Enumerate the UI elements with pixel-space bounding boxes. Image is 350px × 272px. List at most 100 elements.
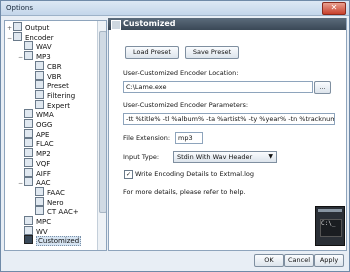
tree-item-encoder[interactable]: − Encoder	[7, 31, 54, 42]
panel-icon	[111, 20, 121, 30]
tree-item-label: Customized	[36, 236, 82, 247]
node-icon	[24, 157, 33, 167]
encoder-location-input[interactable]: C:\Lame.exe	[123, 81, 313, 93]
node-icon	[35, 186, 44, 196]
chevron-down-icon: ▼	[268, 153, 273, 160]
apply-button[interactable]: Apply	[314, 254, 344, 267]
tree-item-label: Nero	[47, 198, 64, 207]
tree-scroll-thumb[interactable]	[99, 31, 106, 213]
encoder-params-label: User-Customized Encoder Parameters:	[123, 101, 249, 109]
tree-item-wv[interactable]: WV	[18, 225, 48, 236]
tree-item-label: CBR	[47, 62, 62, 71]
tree-item-mp3[interactable]: − MP3	[18, 51, 51, 61]
file-extension-input[interactable]: mp3	[175, 132, 203, 144]
tree-item-output[interactable]: + Output	[7, 22, 49, 32]
tree-item-label: VQF	[36, 159, 51, 168]
window-title: Options	[6, 4, 34, 12]
node-icon	[24, 148, 33, 158]
tree-item-wav[interactable]: WAV	[18, 41, 52, 51]
input-type-select[interactable]: Stdin With Wav Header ▼	[173, 151, 277, 163]
tree-item-preset[interactable]: Preset	[29, 80, 69, 90]
help-text: For more details, please refer to help.	[123, 188, 246, 196]
title-bar: Options ✕	[1, 1, 349, 16]
node-icon	[35, 206, 44, 216]
tree-item-label: MP2	[36, 150, 51, 159]
node-icon	[13, 22, 22, 31]
terminal-titlebar	[318, 209, 342, 212]
options-window: Options ✕ Customized WV MPC CT AAC+ Nero FAAC…	[0, 0, 350, 272]
tree-item-label: Preset	[47, 82, 69, 91]
node-icon	[24, 109, 33, 119]
tree-item-ct-aac[interactable]: CT AAC+	[29, 206, 79, 216]
tree-item-label: APE	[36, 130, 50, 139]
write-details-label: Write Encoding Details to Extmal.log	[135, 170, 255, 178]
tree-item-label: Filtering	[47, 91, 76, 100]
tree-item-ogg[interactable]: OGG	[18, 119, 52, 129]
node-icon	[24, 235, 33, 245]
tree-item-label: Output	[25, 24, 50, 32]
node-icon	[24, 177, 33, 187]
node-icon	[35, 60, 44, 70]
tree-item-aiff[interactable]: AIFF	[18, 167, 51, 178]
encoder-params-input[interactable]: -tt %title% -tl %album% -ta %artist% -ty…	[123, 113, 335, 125]
tree-item-vbr[interactable]: VBR	[29, 70, 62, 81]
tree-item-cbr[interactable]: CBR	[29, 60, 62, 71]
tree-item-label: FAAC	[47, 188, 65, 197]
close-icon[interactable]: ✕	[322, 2, 346, 15]
encoder-location-label: User-Customized Encoder Location:	[123, 69, 239, 77]
node-icon	[24, 51, 33, 61]
tree-item-label: AAC	[36, 179, 51, 188]
tree-item-label: CT AAC+	[47, 208, 79, 217]
browse-button[interactable]: ...	[314, 81, 331, 94]
tree-item-expert[interactable]: Expert	[29, 99, 70, 110]
tree-item-label: OGG	[36, 121, 53, 129]
tree-item-wma[interactable]: WMA	[18, 109, 54, 119]
ok-button[interactable]: OK	[254, 254, 284, 267]
panel-title: Customized	[123, 19, 176, 28]
file-extension-label: File Extension:	[123, 134, 171, 142]
node-icon	[35, 89, 44, 99]
node-icon	[24, 41, 33, 51]
load-preset-button[interactable]: Load Preset	[125, 46, 179, 59]
node-icon	[13, 31, 22, 41]
tree-item-ape[interactable]: APE	[18, 128, 50, 139]
tree-item-label: MP3	[36, 53, 51, 62]
tree-item-label: Expert	[47, 101, 70, 110]
tree-item-label: WV	[36, 227, 48, 236]
node-icon	[24, 128, 33, 138]
panel-header: Customized	[108, 18, 346, 30]
tree-item-mpc[interactable]: MPC	[18, 216, 51, 226]
node-icon	[24, 216, 33, 225]
tree-item-label: FLAC	[36, 140, 54, 149]
node-icon	[35, 99, 44, 109]
node-icon	[35, 196, 44, 206]
node-icon	[24, 119, 33, 128]
tree-item-mp2[interactable]: MP2	[18, 148, 51, 158]
cancel-button[interactable]: Cancel	[284, 254, 314, 267]
tree-item-label: AIFF	[36, 169, 51, 178]
node-icon	[24, 225, 33, 235]
tree-item-filtering[interactable]: Filtering	[29, 89, 76, 100]
tree-scrollbar[interactable]	[97, 21, 106, 250]
input-type-value: Stdin With Wav Header	[177, 153, 253, 161]
tree-item-faac[interactable]: FAAC	[29, 186, 65, 197]
tree-item-flac[interactable]: FLAC	[18, 138, 54, 148]
node-icon	[24, 167, 33, 177]
tree-item-nero[interactable]: Nero	[29, 196, 64, 207]
input-type-label: Input Type:	[123, 153, 160, 161]
tree-item-aac[interactable]: − AAC	[18, 177, 51, 187]
options-tree[interactable]: Customized WV MPC CT AAC+ Nero FAAC − AAC AIFF VQ…	[4, 20, 107, 251]
terminal-screen: C:\_	[320, 219, 342, 237]
tree-item-vqf[interactable]: VQF	[18, 157, 51, 168]
tree-item-label: WMA	[36, 111, 54, 120]
node-icon	[35, 80, 44, 90]
save-preset-button[interactable]: Save Preset	[185, 46, 239, 59]
tree-item-label: Encoder	[25, 33, 54, 42]
tree-item-label: WAV	[36, 43, 52, 52]
tree-item-label: MPC	[36, 218, 52, 226]
terminal-icon: C:\_	[315, 206, 345, 246]
write-details-checkbox[interactable]: ✓	[124, 170, 133, 179]
tree-item-label: VBR	[47, 72, 62, 81]
node-icon	[35, 70, 44, 80]
tree-item-customized[interactable]: Customized	[18, 235, 82, 247]
